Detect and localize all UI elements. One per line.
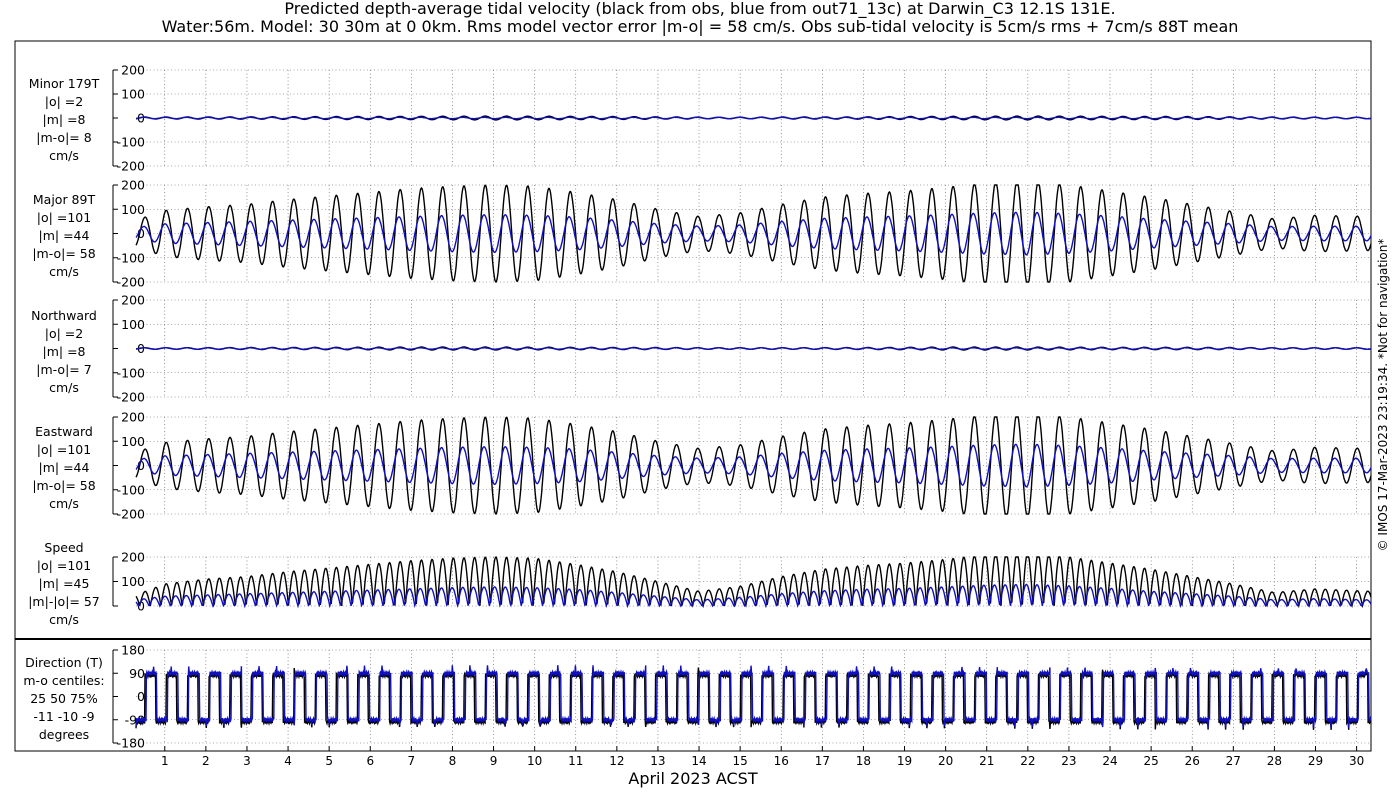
x-tick-label: 7 (408, 754, 416, 768)
x-tick-label: 15 (733, 754, 748, 768)
y-tick-label: 200 (121, 550, 145, 565)
x-tick-label: 21 (979, 754, 994, 768)
y-tick-label: -100 (117, 365, 145, 380)
y-tick-label: 100 (121, 202, 145, 217)
x-tick-label: 18 (856, 754, 871, 768)
y-tick-label: 100 (121, 574, 145, 589)
x-tick-label: 11 (568, 754, 583, 768)
x-tick-label: 13 (650, 754, 665, 768)
series-obs-line (135, 416, 1372, 515)
y-tick-label: 100 (121, 434, 145, 449)
panel-label: Eastward |o| =101 |m| =44 |m-o|= 58 cm/s (32, 424, 95, 511)
x-tick-label: 12 (609, 754, 624, 768)
y-tick-label: -180 (117, 736, 145, 751)
x-tick-label: 24 (1102, 754, 1117, 768)
figure-frame (14, 40, 1372, 752)
y-tick-label: 0 (137, 689, 145, 704)
y-tick-label: 100 (121, 317, 145, 332)
panel-direction: -180-90090180Direction (T) m-o centiles: 2… (23, 643, 1372, 751)
panel-label: Speed |o| =101 |m| =45 |m|-|o|= 57 cm/s (28, 540, 100, 627)
y-tick-label: -200 (117, 159, 145, 174)
y-tick-label: -200 (117, 390, 145, 405)
series-obs-line (135, 184, 1372, 283)
x-tick-label: 9 (490, 754, 498, 768)
x-tick-label: 8 (449, 754, 457, 768)
x-tick-label: 20 (938, 754, 953, 768)
y-tick-label: -100 (117, 135, 145, 150)
x-tick-label: 17 (815, 754, 830, 768)
x-tick-label: 5 (325, 754, 333, 768)
y-tick-label: -200 (117, 507, 145, 522)
x-tick-label: 1 (161, 754, 169, 768)
x-tick-label: 29 (1308, 754, 1323, 768)
x-tick-label: 4 (284, 754, 292, 768)
y-tick-label: 200 (121, 63, 145, 78)
x-tick-label: 14 (691, 754, 706, 768)
series-model-line (135, 116, 1372, 120)
panel-label: Major 89T |o| =101 |m| =44 |m-o|= 58 cm/s (32, 192, 95, 279)
panel-northward: -200-1000100200Northward |o| =2 |m| =8 |m-o… (31, 293, 1372, 405)
x-tick-label: 27 (1226, 754, 1241, 768)
y-tick-label: 200 (121, 178, 145, 193)
panel-minor: -200-1000100200Minor 179T |o| =2 |m| =8 |m-… (29, 63, 1372, 174)
x-tick-label: 16 (774, 754, 789, 768)
copyright-note: © IMOS 17-Mar-2023 23:19:34. *Not for na… (1376, 239, 1390, 552)
y-tick-label: 180 (121, 643, 145, 658)
x-tick-label: 3 (243, 754, 251, 768)
panel-label: Northward |o| =2 |m| =8 |m-o|= 7 cm/s (31, 308, 97, 395)
panel-speed: 0100200Speed |o| =101 |m| =45 |m|-|o|= 57 cm… (28, 540, 1372, 627)
y-tick-label: 200 (121, 293, 145, 308)
x-tick-label: 22 (1020, 754, 1035, 768)
x-tick-label: 23 (1061, 754, 1076, 768)
y-tick-label: 90 (129, 666, 145, 681)
x-tick-label: 19 (897, 754, 912, 768)
x-tick-label: 6 (366, 754, 374, 768)
series-model-line (135, 347, 1372, 350)
y-tick-label: 100 (121, 87, 145, 102)
y-tick-label: -200 (117, 275, 145, 290)
series-model-line (135, 665, 1372, 728)
tidal-velocity-chart: -200 -100 0 100 200 Minor 179T |o| =2 |m| =8 |m-… (14, 40, 1390, 788)
y-tick-label: -100 (117, 482, 145, 497)
panel-label: Minor 179T |o| =2 |m| =8 |m-o|= 8 cm/s (29, 76, 100, 163)
panel-eastward: -200-1000100200Eastward |o| =101 |m| =44 |m… (32, 410, 1372, 522)
y-tick-label: 200 (121, 410, 145, 425)
panel-major: -200-1000100200Major 89T |o| =101 |m| =44 |… (32, 178, 1372, 290)
x-axis-label: April 2023 ACST (628, 769, 757, 788)
x-tick-label: 25 (1143, 754, 1158, 768)
x-tick-label: 28 (1267, 754, 1282, 768)
x-tick-label: 2 (202, 754, 210, 768)
x-tick-label: 10 (527, 754, 542, 768)
x-tick-label: 26 (1185, 754, 1200, 768)
panel-label: Direction (T) m-o centiles: 25 50 75% -11 -… (23, 655, 104, 742)
y-tick-label: -100 (117, 250, 145, 265)
x-tick-label: 30 (1349, 754, 1364, 768)
